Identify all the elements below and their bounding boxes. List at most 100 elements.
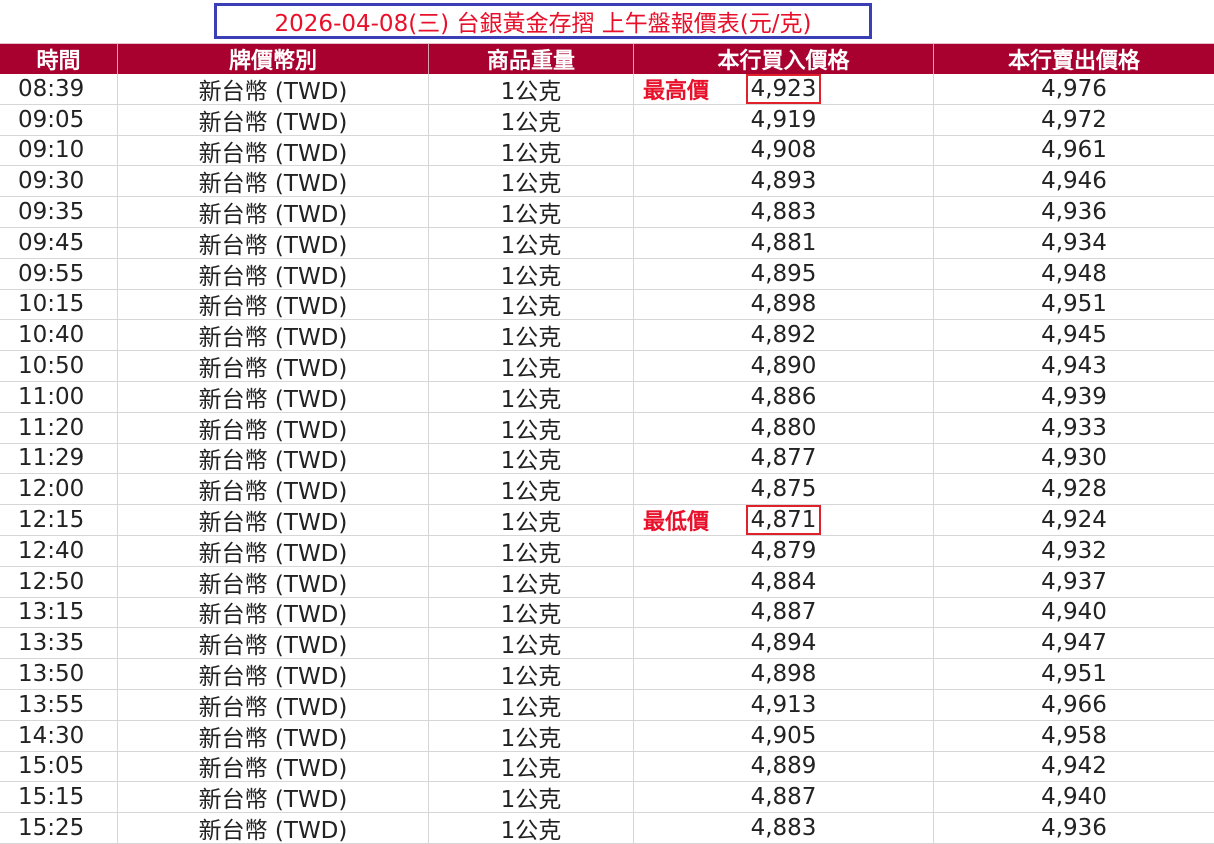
cell-buy-price: 4,884 bbox=[634, 566, 934, 597]
cell-sell-price: 4,924 bbox=[1041, 507, 1107, 534]
cell-sell-price: 4,951 bbox=[1041, 661, 1107, 688]
table-row: 09:05 新台幣 (TWD) 1公克 4,919 4,972 bbox=[0, 104, 1214, 136]
cell-currency: 新台幣 (TWD) bbox=[118, 412, 429, 443]
cell-buy-price: 最高價 4,923 bbox=[634, 74, 934, 104]
cell-buy-price: 4,887 bbox=[634, 782, 934, 813]
cell-sell-price: 4,947 bbox=[1041, 630, 1107, 657]
cell-weight: 1公克 bbox=[429, 751, 634, 782]
cell-buy-price: 4,892 bbox=[634, 320, 934, 351]
cell-time: 09:10 bbox=[0, 135, 118, 166]
table-row: 12:00 新台幣 (TWD) 1公克 4,875 4,928 bbox=[0, 474, 1214, 506]
cell-buy-price: 4,886 bbox=[634, 381, 934, 412]
cell-time: 15:15 bbox=[0, 782, 118, 813]
table-body: 08:39 新台幣 (TWD) 1公克 最高價 4,923 4,976 09:05 新台幣 (… bbox=[0, 74, 1214, 844]
buy-value: 4,908 bbox=[750, 137, 817, 164]
cell-buy-price: 4,895 bbox=[634, 258, 934, 289]
cell-currency: 新台幣 (TWD) bbox=[118, 104, 429, 135]
table-row: 13:50 新台幣 (TWD) 1公克 4,898 4,951 bbox=[0, 659, 1214, 690]
cell-buy-price: 4,887 bbox=[634, 597, 934, 628]
cell-sell-price: 4,943 bbox=[1041, 353, 1107, 380]
cell-sell-price: 4,940 bbox=[1041, 599, 1107, 626]
cell-weight: 1公克 bbox=[429, 566, 634, 597]
buy-value: 4,879 bbox=[750, 537, 817, 564]
cell-currency: 新台幣 (TWD) bbox=[118, 381, 429, 412]
buy-value: 4,886 bbox=[750, 383, 817, 410]
cell-currency: 新台幣 (TWD) bbox=[118, 505, 429, 535]
cell-sell-price: 4,976 bbox=[1041, 75, 1107, 102]
buy-value: 4,893 bbox=[750, 168, 817, 195]
cell-time: 08:39 bbox=[0, 74, 118, 104]
cell-currency: 新台幣 (TWD) bbox=[118, 443, 429, 474]
cell-weight: 1公克 bbox=[429, 813, 634, 843]
header-time: 時間 bbox=[0, 44, 118, 74]
cell-sell-price: 4,966 bbox=[1041, 691, 1107, 718]
header-sell-price: 本行賣出價格 bbox=[1007, 49, 1140, 74]
buy-value: 4,895 bbox=[750, 260, 817, 287]
cell-buy-price: 4,889 bbox=[634, 751, 934, 782]
cell-currency: 新台幣 (TWD) bbox=[118, 197, 429, 227]
table-row: 09:45 新台幣 (TWD) 1公克 4,881 4,934 bbox=[0, 227, 1214, 259]
cell-currency: 新台幣 (TWD) bbox=[118, 135, 429, 166]
cell-weight: 1公克 bbox=[429, 258, 634, 289]
cell-currency: 新台幣 (TWD) bbox=[118, 351, 429, 381]
cell-weight: 1公克 bbox=[429, 535, 634, 566]
cell-time: 09:30 bbox=[0, 166, 118, 197]
highlighted-buy-value: 4,923 bbox=[745, 74, 822, 104]
cell-sell-price: 4,946 bbox=[1041, 168, 1107, 195]
cell-sell-price: 4,942 bbox=[1041, 753, 1107, 780]
buy-value: 4,894 bbox=[750, 630, 817, 657]
buy-value: 4,877 bbox=[750, 445, 817, 472]
highlighted-buy-value: 4,871 bbox=[745, 505, 822, 535]
cell-time: 09:05 bbox=[0, 104, 118, 135]
cell-buy-price: 4,898 bbox=[634, 659, 934, 689]
cell-time: 13:50 bbox=[0, 659, 118, 689]
buy-value: 4,881 bbox=[750, 229, 817, 256]
cell-currency: 新台幣 (TWD) bbox=[118, 628, 429, 659]
cell-currency: 新台幣 (TWD) bbox=[118, 535, 429, 566]
cell-buy-price: 4,877 bbox=[634, 443, 934, 474]
cell-time: 11:20 bbox=[0, 412, 118, 443]
cell-currency: 新台幣 (TWD) bbox=[118, 813, 429, 843]
cell-weight: 1公克 bbox=[429, 659, 634, 689]
table-row: 12:50 新台幣 (TWD) 1公克 4,884 4,937 bbox=[0, 566, 1214, 598]
cell-weight: 1公克 bbox=[429, 381, 634, 412]
cell-currency: 新台幣 (TWD) bbox=[118, 659, 429, 689]
cell-currency: 新台幣 (TWD) bbox=[118, 474, 429, 505]
table-row: 09:30 新台幣 (TWD) 1公克 4,893 4,946 bbox=[0, 166, 1214, 198]
page-title: 2026-04-08(三) 台銀黃金存摺 上午盤報價表(元/克) bbox=[274, 11, 812, 37]
table-row: 10:40 新台幣 (TWD) 1公克 4,892 4,945 bbox=[0, 320, 1214, 352]
cell-sell-price: 4,936 bbox=[1041, 815, 1107, 842]
buy-value: 4,898 bbox=[750, 291, 817, 318]
buy-value: 4,913 bbox=[750, 691, 817, 718]
cell-weight: 1公克 bbox=[429, 351, 634, 381]
buy-value: 4,883 bbox=[750, 199, 817, 226]
table-row: 11:20 新台幣 (TWD) 1公克 4,880 4,933 bbox=[0, 412, 1214, 444]
cell-time: 11:00 bbox=[0, 381, 118, 412]
table-row: 11:29 新台幣 (TWD) 1公克 4,877 4,930 bbox=[0, 443, 1214, 475]
cell-time: 15:25 bbox=[0, 813, 118, 843]
cell-buy-price: 4,919 bbox=[634, 104, 934, 135]
cell-buy-price: 4,883 bbox=[634, 197, 934, 227]
cell-buy-price: 4,894 bbox=[634, 628, 934, 659]
table-row: 14:30 新台幣 (TWD) 1公克 4,905 4,958 bbox=[0, 720, 1214, 752]
table-row: 12:40 新台幣 (TWD) 1公克 4,879 4,932 bbox=[0, 535, 1214, 567]
table-row: 10:50 新台幣 (TWD) 1公克 4,890 4,943 bbox=[0, 351, 1214, 382]
cell-buy-price: 4,890 bbox=[634, 351, 934, 381]
table-row: 08:39 新台幣 (TWD) 1公克 最高價 4,923 4,976 bbox=[0, 74, 1214, 105]
cell-time: 10:40 bbox=[0, 320, 118, 351]
cell-weight: 1公克 bbox=[429, 689, 634, 720]
cell-sell-price: 4,930 bbox=[1041, 445, 1107, 472]
cell-sell-price: 4,940 bbox=[1041, 784, 1107, 811]
cell-buy-price: 4,908 bbox=[634, 135, 934, 166]
cell-weight: 1公克 bbox=[429, 74, 634, 104]
cell-buy-price: 4,880 bbox=[634, 412, 934, 443]
cell-weight: 1公克 bbox=[429, 166, 634, 197]
table-row: 13:55 新台幣 (TWD) 1公克 4,913 4,966 bbox=[0, 689, 1214, 721]
cell-buy-price: 4,898 bbox=[634, 289, 934, 320]
cell-time: 13:55 bbox=[0, 689, 118, 720]
table-row: 09:35 新台幣 (TWD) 1公克 4,883 4,936 bbox=[0, 197, 1214, 228]
cell-sell-price: 4,932 bbox=[1041, 537, 1107, 564]
cell-currency: 新台幣 (TWD) bbox=[118, 289, 429, 320]
cell-weight: 1公克 bbox=[429, 227, 634, 258]
cell-sell-price: 4,958 bbox=[1041, 722, 1107, 749]
